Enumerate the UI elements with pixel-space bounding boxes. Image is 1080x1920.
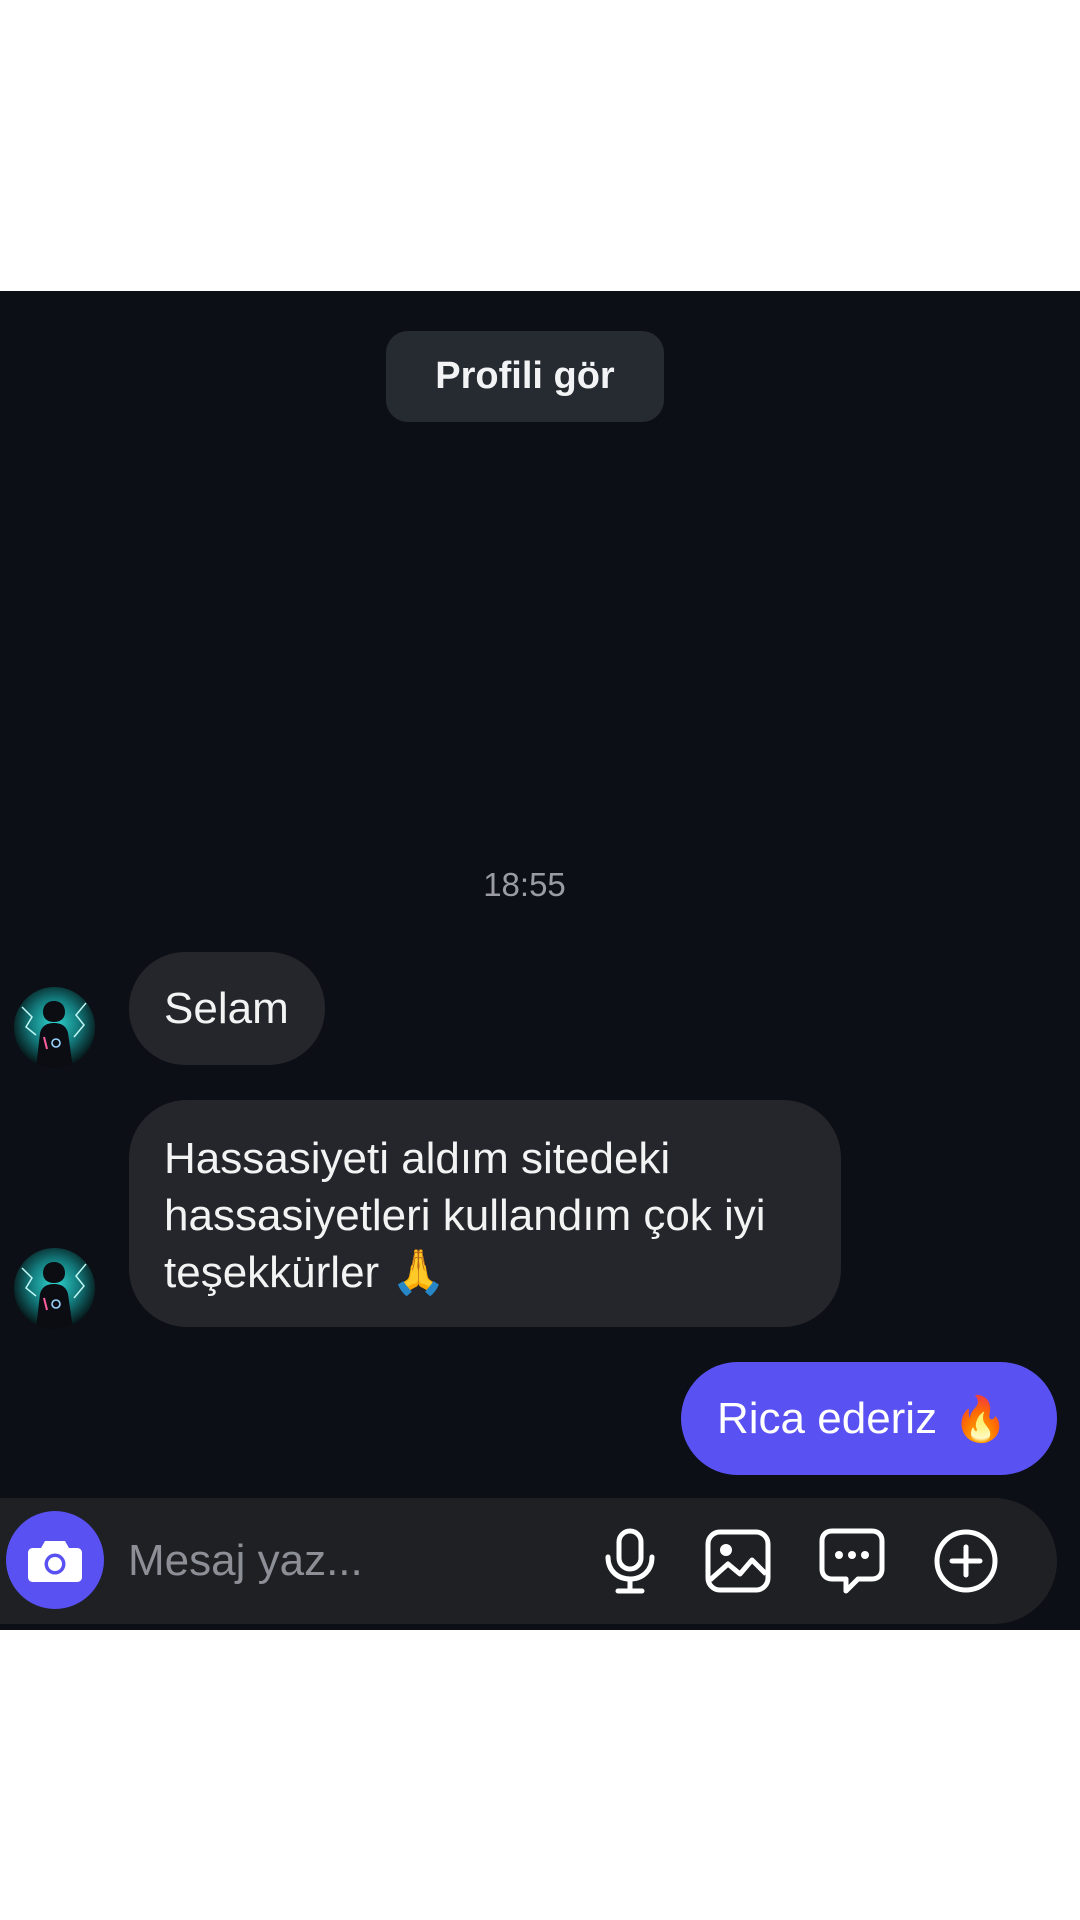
image-icon bbox=[705, 1529, 771, 1593]
sender-avatar[interactable] bbox=[14, 987, 95, 1068]
camera-icon bbox=[28, 1541, 82, 1582]
incoming-message-bubble[interactable]: Hassasiyeti aldım sitedeki hassasiyetler… bbox=[129, 1100, 841, 1327]
fire-emoji: 🔥 bbox=[953, 1393, 1008, 1445]
microphone-button[interactable] bbox=[593, 1524, 667, 1598]
incoming-message-bubble[interactable]: Selam bbox=[129, 952, 325, 1065]
outgoing-message-text: Rica ederiz bbox=[717, 1393, 938, 1443]
outgoing-message-bubble[interactable]: Rica ederiz 🔥 bbox=[681, 1362, 1057, 1475]
add-button[interactable] bbox=[929, 1524, 1003, 1598]
camera-button[interactable] bbox=[6, 1511, 104, 1609]
chat-bubble-icon bbox=[819, 1528, 885, 1594]
incoming-message-text: teşekkürler bbox=[164, 1248, 380, 1297]
bottom-blank-area bbox=[0, 1630, 1080, 1920]
incoming-message-text: Selam bbox=[164, 984, 289, 1033]
view-profile-button[interactable]: Profili gör bbox=[386, 331, 664, 422]
incoming-message-line: Hassasiyeti aldım sitedeki bbox=[164, 1134, 671, 1183]
view-profile-label: Profili gör bbox=[435, 355, 615, 397]
microphone-icon bbox=[605, 1528, 655, 1594]
avatar-image bbox=[14, 987, 95, 1068]
add-circle-icon bbox=[934, 1529, 998, 1593]
sticker-button[interactable] bbox=[815, 1524, 889, 1598]
praying-hands-emoji: 🙏 bbox=[391, 1247, 447, 1298]
sender-avatar[interactable] bbox=[14, 1248, 95, 1329]
incoming-message-line: hassasiyetleri kullandım çok iyi bbox=[164, 1191, 766, 1240]
incoming-message-line: teşekkürler 🙏 bbox=[164, 1244, 806, 1301]
avatar-image bbox=[14, 1248, 95, 1329]
gallery-button[interactable] bbox=[701, 1524, 775, 1598]
message-input[interactable] bbox=[128, 1531, 568, 1591]
message-timestamp: 18:55 bbox=[483, 866, 566, 903]
top-blank-area bbox=[0, 0, 1080, 291]
